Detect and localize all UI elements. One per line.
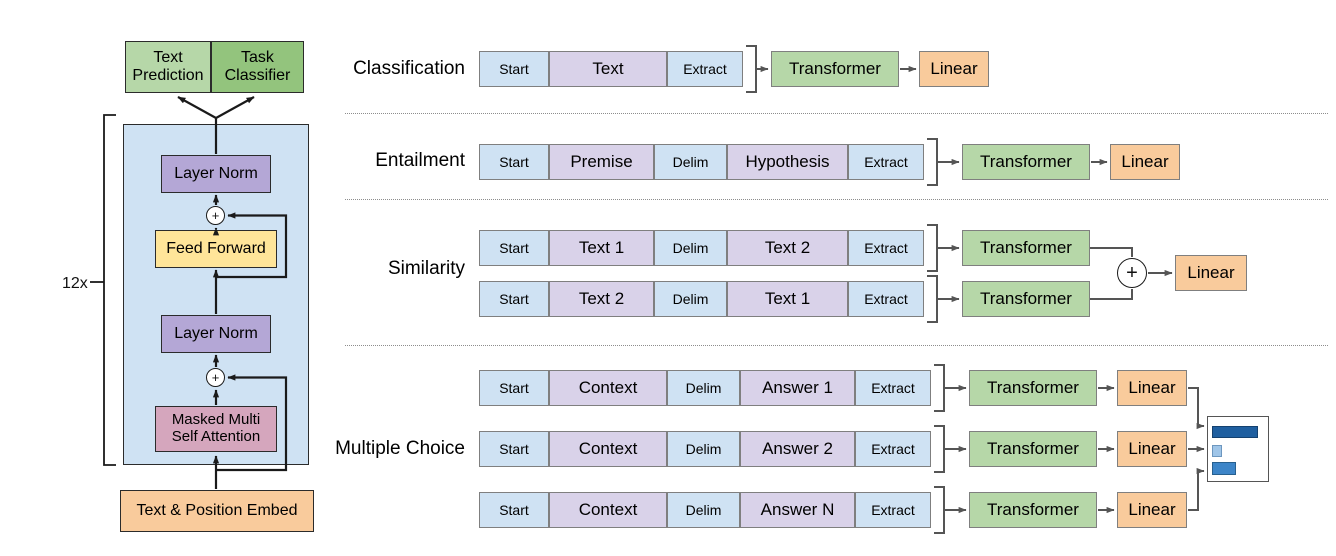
token-box: Text 1 xyxy=(727,281,848,317)
figure-canvas: Text Prediction Task Classifier 12x Laye… xyxy=(0,0,1336,556)
residual-add-upper: + xyxy=(206,206,225,225)
distribution-bar xyxy=(1212,426,1258,438)
text-prediction-head: Text Prediction xyxy=(125,41,211,93)
linear-module: Linear xyxy=(1117,492,1187,528)
feed-forward-block: Feed Forward xyxy=(155,230,277,268)
token-box: Answer 1 xyxy=(740,370,855,406)
task-label-classification: Classification xyxy=(353,58,465,79)
token-box: Text 2 xyxy=(727,230,848,266)
token-box: Delim xyxy=(667,370,740,406)
token-box: Start xyxy=(479,492,549,528)
task-classifier-head: Task Classifier xyxy=(211,41,304,93)
task-label-multiple-choice: Multiple Choice xyxy=(335,438,465,459)
token-box: Answer 2 xyxy=(740,431,855,467)
linear-module: Linear xyxy=(919,51,989,87)
token-box: Extract xyxy=(855,492,931,528)
separator-1 xyxy=(345,113,1328,114)
token-box: Start xyxy=(479,370,549,406)
output-distribution-chart xyxy=(1207,416,1269,482)
text-position-embed-block: Text & Position Embed xyxy=(120,490,314,532)
layer-norm-top-block: Layer Norm xyxy=(161,155,271,193)
token-box: Text 2 xyxy=(549,281,654,317)
token-box: Premise xyxy=(549,144,654,180)
token-box: Start xyxy=(479,281,549,317)
distribution-bar xyxy=(1212,445,1222,457)
token-box: Text xyxy=(549,51,667,87)
token-box: Extract xyxy=(667,51,743,87)
token-box: Extract xyxy=(848,230,924,266)
token-box: Context xyxy=(549,492,667,528)
token-box: Start xyxy=(479,51,549,87)
similarity-sum-node: + xyxy=(1117,258,1147,288)
transformer-module: Transformer xyxy=(969,431,1097,467)
token-box: Extract xyxy=(848,281,924,317)
token-box: Context xyxy=(549,370,667,406)
token-box: Extract xyxy=(855,431,931,467)
residual-add-lower: + xyxy=(206,368,225,387)
separator-3 xyxy=(345,345,1328,346)
task-label-similarity: Similarity xyxy=(387,258,465,279)
token-box: Delim xyxy=(667,492,740,528)
token-box: Extract xyxy=(855,370,931,406)
transformer-module: Transformer xyxy=(962,281,1090,317)
transformer-module: Transformer xyxy=(771,51,899,87)
token-box: Delim xyxy=(667,431,740,467)
task-label-entailment: Entailment xyxy=(375,150,465,171)
linear-module: Linear xyxy=(1117,370,1187,406)
token-box: Delim xyxy=(654,230,727,266)
linear-module: Linear xyxy=(1110,144,1180,180)
transformer-module: Transformer xyxy=(962,230,1090,266)
token-box: Start xyxy=(479,431,549,467)
token-box: Start xyxy=(479,230,549,266)
linear-module: Linear xyxy=(1175,255,1247,291)
transformer-module: Transformer xyxy=(969,370,1097,406)
layer-norm-bottom-block: Layer Norm xyxy=(161,315,271,353)
token-box: Start xyxy=(479,144,549,180)
linear-module: Linear xyxy=(1117,431,1187,467)
token-box: Delim xyxy=(654,144,727,180)
transformer-module: Transformer xyxy=(962,144,1090,180)
token-box: Answer N xyxy=(740,492,855,528)
masked-multi-self-attention-block: Masked Multi Self Attention xyxy=(155,406,277,452)
token-box: Extract xyxy=(848,144,924,180)
token-box: Delim xyxy=(654,281,727,317)
token-box: Context xyxy=(549,431,667,467)
token-box: Hypothesis xyxy=(727,144,848,180)
separator-2 xyxy=(345,199,1328,200)
transformer-module: Transformer xyxy=(969,492,1097,528)
distribution-bar xyxy=(1212,462,1236,475)
repeat-count-label: 12x xyxy=(62,275,88,292)
token-box: Text 1 xyxy=(549,230,654,266)
